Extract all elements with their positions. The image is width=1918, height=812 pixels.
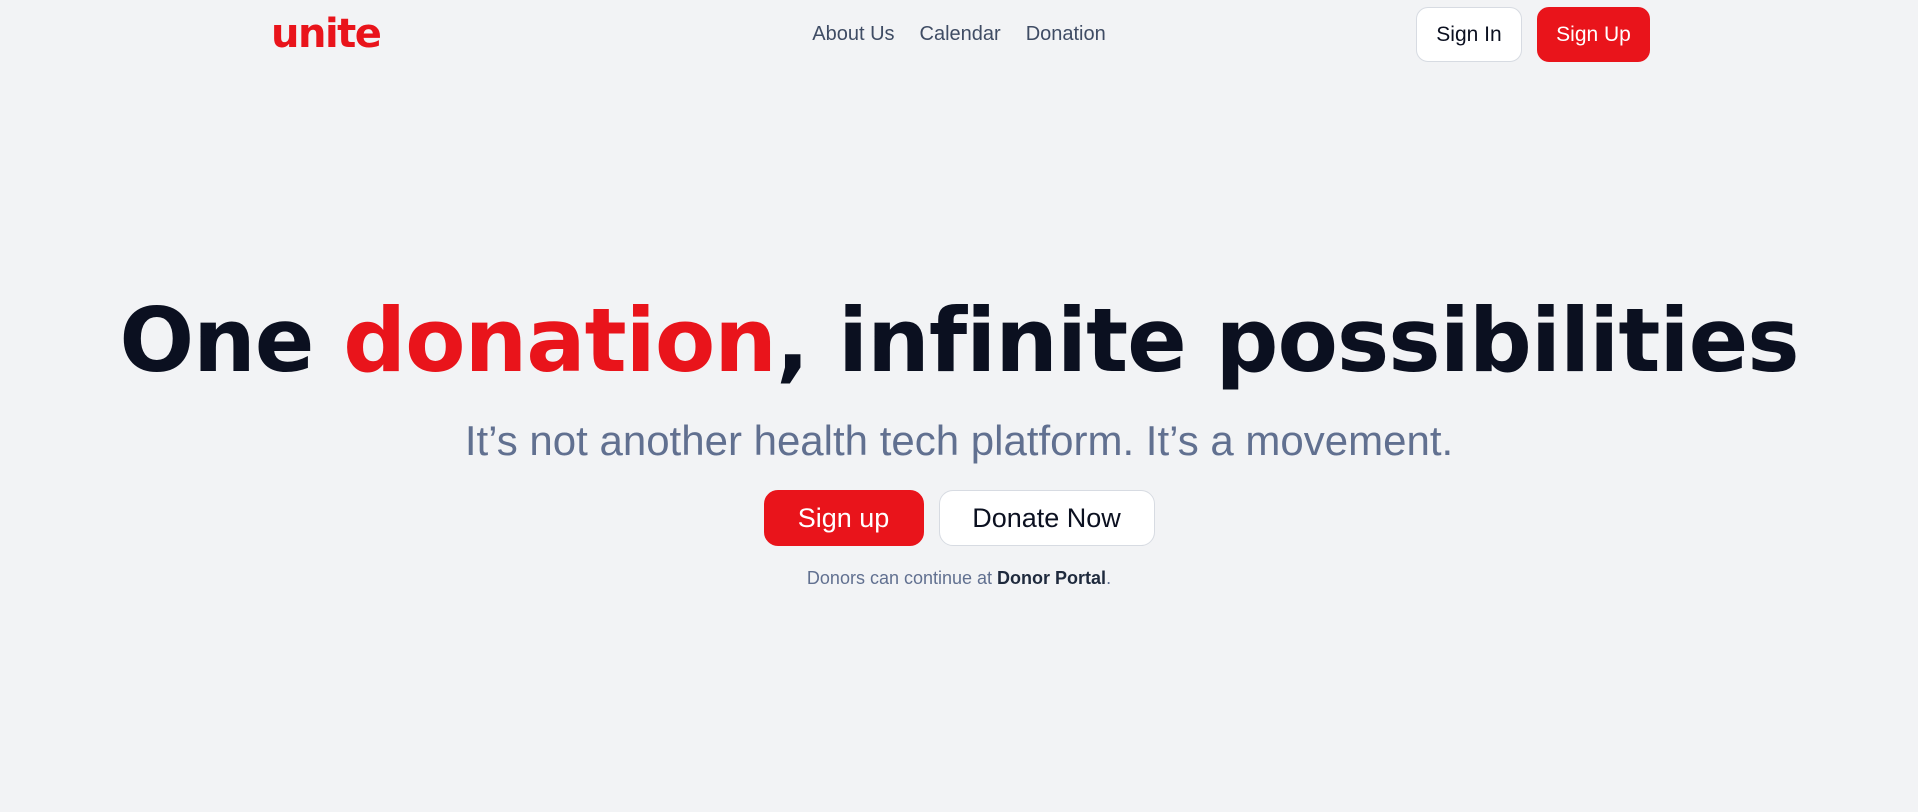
- hero-section: One donation, infinite possibilities It’…: [0, 285, 1918, 589]
- nav-link-calendar[interactable]: Calendar: [920, 23, 1001, 46]
- cta-row: Sign up Donate Now: [0, 490, 1918, 546]
- donor-portal-link[interactable]: Donor Portal: [997, 568, 1106, 588]
- donor-note-prefix: Donors can continue at: [806, 568, 998, 588]
- donate-now-button[interactable]: Donate Now: [938, 490, 1155, 546]
- sign-up-button[interactable]: Sign Up: [1537, 7, 1650, 62]
- nav-link-about-us[interactable]: About Us: [812, 23, 894, 46]
- donor-note: Donors can continue at Donor Portal.: [0, 568, 1918, 589]
- donor-note-suffix: .: [1106, 568, 1112, 588]
- hero-title-accent: donation: [343, 289, 777, 392]
- hero-title-part1: One: [119, 289, 344, 392]
- nav-link-donation[interactable]: Donation: [1026, 23, 1106, 46]
- auth-buttons: Sign In Sign Up: [1416, 7, 1650, 62]
- site-header: unite About Us Calendar Donation Sign In…: [0, 0, 1918, 68]
- hero-subtitle: It’s not another health tech platform. I…: [464, 417, 1454, 464]
- sign-in-button[interactable]: Sign In: [1416, 7, 1522, 62]
- logo[interactable]: unite: [271, 10, 382, 58]
- cta-sign-up-button[interactable]: Sign up: [763, 490, 924, 546]
- hero-title: One donation, infinite possibilities: [0, 285, 1918, 397]
- hero-title-part2: , infinite possibilities: [775, 289, 1800, 392]
